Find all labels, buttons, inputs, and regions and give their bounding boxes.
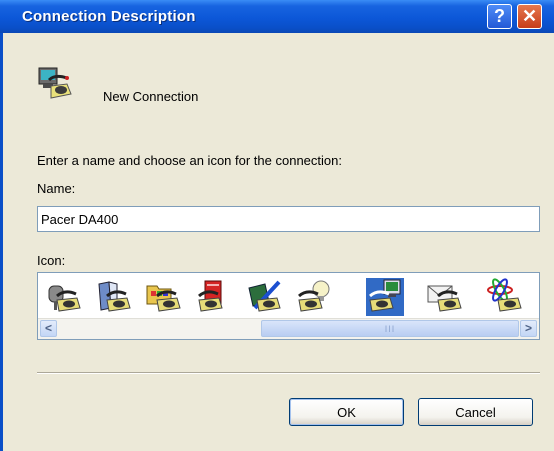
connection-type-label: New Connection bbox=[103, 89, 199, 104]
phone-connection-icon bbox=[38, 67, 72, 99]
phone-atom-icon[interactable] bbox=[486, 278, 524, 316]
name-label: Name: bbox=[37, 181, 76, 196]
window-frame-edge bbox=[0, 33, 3, 451]
chevron-left-icon: < bbox=[44, 321, 52, 335]
icon-list[interactable]: < III > bbox=[37, 272, 540, 340]
grip-icon: III bbox=[384, 324, 396, 334]
window-title: Connection Description bbox=[22, 8, 196, 25]
instruction-text: Enter a name and choose an icon for the … bbox=[37, 153, 342, 168]
connection-name-input[interactable] bbox=[37, 206, 540, 232]
cancel-button[interactable]: Cancel bbox=[418, 398, 533, 426]
phone-folder-icon[interactable] bbox=[145, 278, 183, 316]
scroll-left-button[interactable]: < bbox=[40, 320, 57, 337]
icon-label: Icon: bbox=[37, 253, 66, 268]
divider bbox=[37, 372, 540, 374]
close-button[interactable]: ✕ bbox=[517, 4, 542, 29]
phone-envelope-icon[interactable] bbox=[426, 278, 464, 316]
phone-redbook-icon[interactable] bbox=[195, 278, 233, 316]
close-icon: ✕ bbox=[521, 6, 538, 26]
phone-computer-icon[interactable] bbox=[366, 278, 404, 316]
dialog-body bbox=[0, 33, 554, 451]
scroll-right-button[interactable]: > bbox=[520, 320, 537, 337]
ok-button[interactable]: OK bbox=[289, 398, 404, 426]
phone-bulb-icon[interactable] bbox=[295, 278, 333, 316]
chevron-right-icon: > bbox=[524, 321, 532, 335]
help-button[interactable]: ? bbox=[487, 4, 512, 29]
scroll-thumb[interactable]: III bbox=[261, 320, 519, 337]
horizontal-scrollbar[interactable]: < III > bbox=[38, 318, 539, 339]
title-bar[interactable]: Connection Description ? ✕ bbox=[0, 0, 554, 33]
phone-book-icon[interactable] bbox=[95, 278, 133, 316]
help-icon: ? bbox=[494, 6, 505, 26]
phone-mailbox-icon[interactable] bbox=[45, 278, 83, 316]
phone-pen-icon[interactable] bbox=[245, 278, 283, 316]
